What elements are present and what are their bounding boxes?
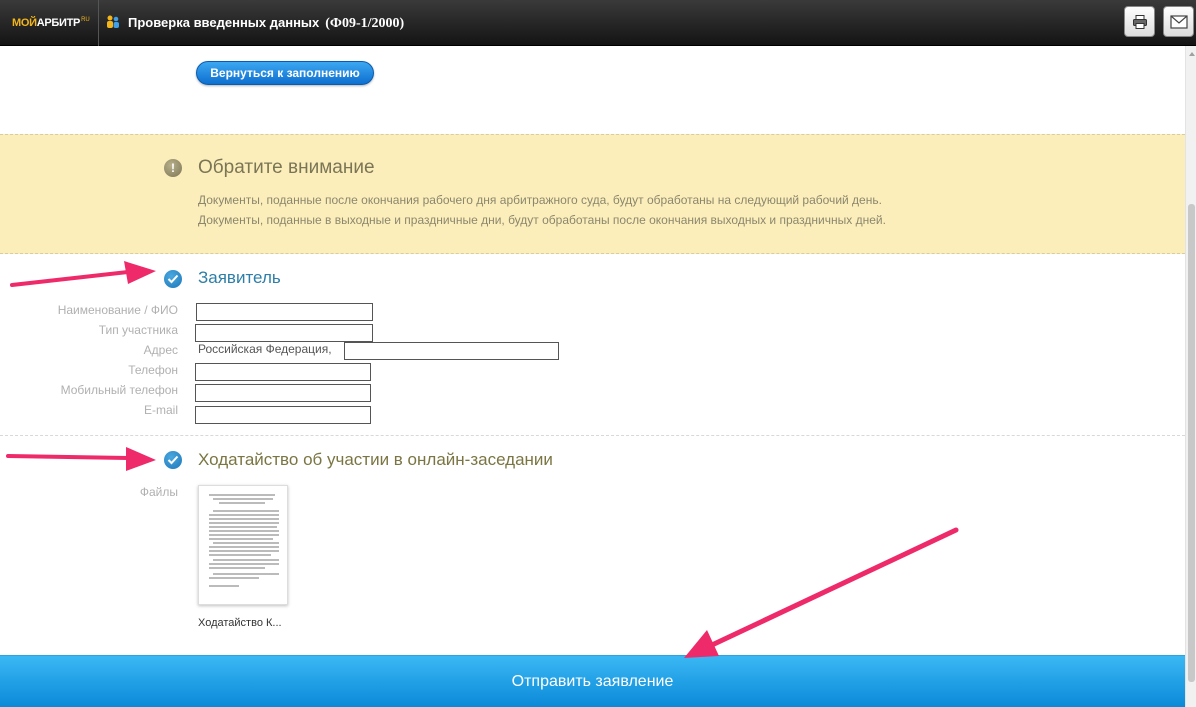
field-label-address: Адрес xyxy=(143,343,178,357)
logo-text-ru: RU xyxy=(81,17,90,23)
phone-field[interactable] xyxy=(195,363,371,381)
logo-text-arbitr: АРБИТР xyxy=(36,17,81,29)
back-to-form-button[interactable]: Вернуться к заполнению xyxy=(196,61,374,85)
applicant-section-title: Заявитель xyxy=(198,268,281,287)
arrow-annotation-2 xyxy=(6,447,156,471)
file-name[interactable]: Ходатайство К... xyxy=(198,617,282,629)
participant-type-field[interactable] xyxy=(195,324,373,342)
notice-line-1: Документы, поданные после окончания рабо… xyxy=(198,193,882,207)
mobile-phone-field[interactable] xyxy=(195,384,371,402)
scrollbar[interactable] xyxy=(1185,46,1196,707)
check-icon xyxy=(164,270,182,288)
form-code: (Ф09-1/2000) xyxy=(325,16,405,31)
notice-title: Обратите внимание xyxy=(198,157,375,178)
file-thumbnail[interactable] xyxy=(198,485,288,605)
field-label-email: E-mail xyxy=(143,403,178,417)
print-button[interactable] xyxy=(1124,6,1155,37)
field-label-participant-type: Тип участника xyxy=(98,323,178,337)
scroll-up-arrow-icon[interactable] xyxy=(1189,52,1195,56)
people-icon xyxy=(107,15,119,28)
petition-section-title: Ходатайство об участии в онлайн-заседани… xyxy=(198,450,553,469)
section-divider xyxy=(0,435,1185,436)
submit-application-button[interactable]: Отправить заявление xyxy=(0,655,1185,707)
field-label-name: Наименование / ФИО xyxy=(57,303,178,317)
printer-icon xyxy=(1132,14,1147,29)
exclamation-icon: ! xyxy=(164,159,182,177)
envelope-icon xyxy=(1169,14,1188,29)
scroll-thumb[interactable] xyxy=(1188,204,1195,682)
field-label-phone: Телефон xyxy=(128,363,178,377)
name-field[interactable] xyxy=(196,303,373,321)
logo[interactable]: МОЙ АРБИТР RU xyxy=(0,0,99,46)
address-field[interactable] xyxy=(344,342,559,360)
logo-text-moy: МОЙ xyxy=(12,17,37,29)
files-label: Файлы xyxy=(139,485,178,499)
page-title: Проверка введенных данных (Ф09-1/2000) xyxy=(128,15,404,32)
document-preview-icon xyxy=(209,494,279,587)
field-label-mobile: Мобильный телефон xyxy=(60,383,178,397)
mail-button[interactable] xyxy=(1163,6,1194,37)
email-field[interactable] xyxy=(195,406,371,424)
page-title-text: Проверка введенных данных xyxy=(128,15,320,30)
check-icon xyxy=(164,451,182,469)
notice-line-2: Документы, поданные в выходные и праздни… xyxy=(198,213,886,227)
top-bar: МОЙ АРБИТР RU Проверка введенных данных (… xyxy=(0,0,1196,46)
arrow-annotation-3 xyxy=(684,527,959,658)
address-prefix: Российская Федерация, xyxy=(198,342,332,356)
arrow-annotation-1 xyxy=(10,261,156,287)
notice-panel: ! Обратите внимание Документы, поданные … xyxy=(0,134,1185,254)
annotation-arrows xyxy=(6,261,959,658)
